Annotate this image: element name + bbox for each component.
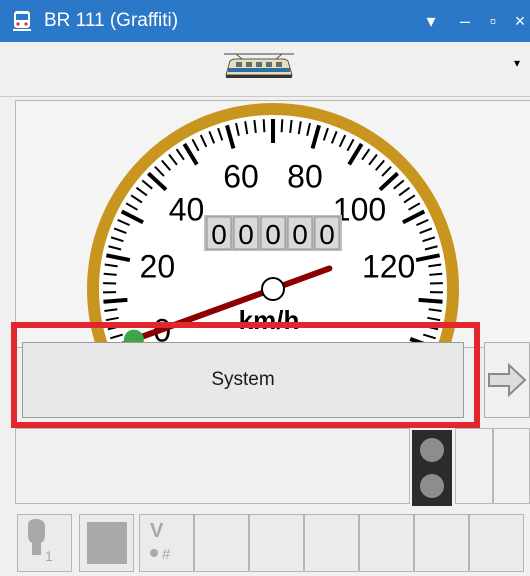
function-strip [15,428,530,504]
speed-tick-label: 120 [362,249,415,285]
dial-tick [104,274,117,275]
function-cell[interactable] [455,428,493,504]
loco-dropdown-icon[interactable]: ▾ [514,56,520,70]
headlight-icon: 1 [18,515,71,571]
light-function-button[interactable]: 1 [17,514,72,572]
svg-text:#: # [162,546,171,563]
function-cell[interactable] [493,428,530,504]
svg-text:1: 1 [45,548,53,564]
dial-tick [429,274,442,275]
function-button[interactable] [194,514,249,572]
arrow-right-icon [485,343,529,417]
dial-tick [264,119,265,132]
dial-tick [290,120,291,133]
svg-text:V: V [150,520,164,542]
odometer-digit: 0 [292,219,308,250]
speedometer-dial: 020406080100120km/h00000 [16,101,530,347]
function-button[interactable] [359,514,414,572]
speedometer-panel: 020406080100120km/h00000 [15,100,530,348]
direction-arrow-button[interactable] [484,342,530,418]
speed-function-button[interactable]: V # [139,514,194,572]
odometer-digit: 0 [211,219,227,250]
dial-tick [282,119,283,132]
menu-chevron-icon[interactable]: ▾ [419,7,443,35]
signal-light [412,430,452,506]
window-title: BR 111 (Graffiti) [44,8,178,34]
title-bar: BR 111 (Graffiti) ▾ – ▫ × [0,0,530,42]
speed-tick-label: 80 [287,158,323,194]
needle-hub [262,278,284,300]
loco-selector[interactable]: ▾ [0,42,530,97]
dial-tick [103,300,127,302]
function-button[interactable] [304,514,359,572]
dial-tick [254,120,255,133]
odometer-digit: 0 [265,219,281,250]
odometer-digit: 0 [319,219,335,250]
locomotive-image [222,51,296,81]
function-toolbar: 1 V # [0,508,530,573]
function-area[interactable] [15,428,410,504]
odometer-digit: 0 [238,219,254,250]
selection-highlight [11,322,480,428]
function-button[interactable] [79,514,134,572]
speed-tick-label: 40 [169,192,205,228]
speed-tick-label: 20 [140,249,176,285]
dial-tick [419,300,443,302]
train-app-icon [11,10,33,32]
speed-tick-label: 60 [223,158,259,194]
signal-lamp [420,438,444,462]
close-icon[interactable]: × [508,7,530,35]
function-button[interactable] [249,514,304,572]
maximize-icon[interactable]: ▫ [481,7,505,35]
minimize-icon[interactable]: – [453,7,477,35]
function-button[interactable] [414,514,469,572]
signal-lamp [420,474,444,498]
function-button[interactable] [469,514,524,572]
speed-number-icon: V # [140,515,193,571]
